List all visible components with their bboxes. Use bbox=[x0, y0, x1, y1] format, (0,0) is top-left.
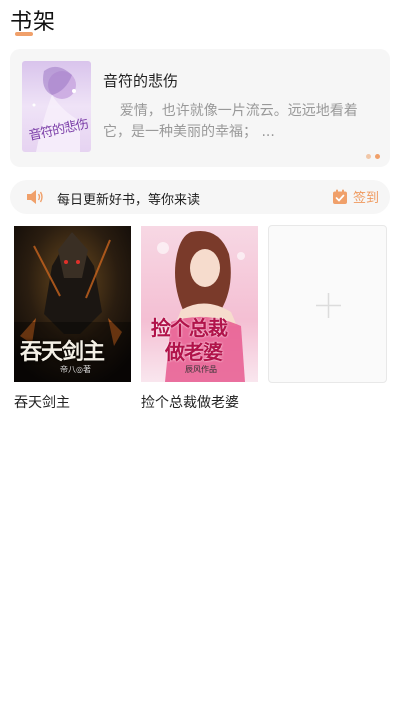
add-book-button[interactable] bbox=[268, 225, 387, 383]
book-cover[interactable]: 吞天剑主 帝八◎著 bbox=[14, 226, 131, 382]
shelf-book-item[interactable]: 捡个总裁 做老婆 辰风作品 捡个总裁做老婆 bbox=[141, 226, 258, 412]
notice-text: 每日更新好书，等你来读 bbox=[57, 193, 201, 208]
title-underline bbox=[15, 32, 33, 36]
recommend-card[interactable]: 音符的悲伤 音符的悲伤 爱情，也许就像一片流云。远远地看着它，是一种美丽的幸福；… bbox=[10, 49, 390, 167]
shelf-book-item[interactable]: 吞天剑主 帝八◎著 吞天剑主 bbox=[14, 226, 131, 412]
recommend-book-cover[interactable]: 音符的悲伤 bbox=[22, 61, 91, 152]
carousel-pager bbox=[366, 154, 380, 159]
notice-bar: 每日更新好书，等你来读 签到 bbox=[10, 180, 390, 214]
pager-dot-active bbox=[375, 154, 380, 159]
pager-dot bbox=[366, 154, 371, 159]
book-title: 吞天剑主 bbox=[14, 395, 70, 411]
recommend-book-title[interactable]: 音符的悲伤 bbox=[103, 70, 178, 91]
speaker-icon bbox=[27, 190, 43, 204]
book-cover-author: 辰风作品 bbox=[185, 365, 217, 374]
calendar-check-icon bbox=[332, 189, 347, 204]
book-cover-author: 帝八◎著 bbox=[60, 365, 91, 374]
recommend-book-description: 爱情，也许就像一片流云。远远地看着它，是一种美丽的幸福； ... bbox=[103, 103, 358, 140]
book-cover-title: 吞天剑主 bbox=[20, 339, 105, 365]
book-cover[interactable]: 捡个总裁 做老婆 辰风作品 bbox=[141, 226, 258, 382]
book-title: 捡个总裁做老婆 bbox=[141, 395, 239, 411]
book-cover-title-line2: 做老婆 bbox=[165, 340, 223, 364]
plus-icon bbox=[316, 293, 341, 318]
signin-label: 签到 bbox=[352, 191, 379, 206]
signin-button[interactable]: 签到 bbox=[332, 187, 379, 206]
